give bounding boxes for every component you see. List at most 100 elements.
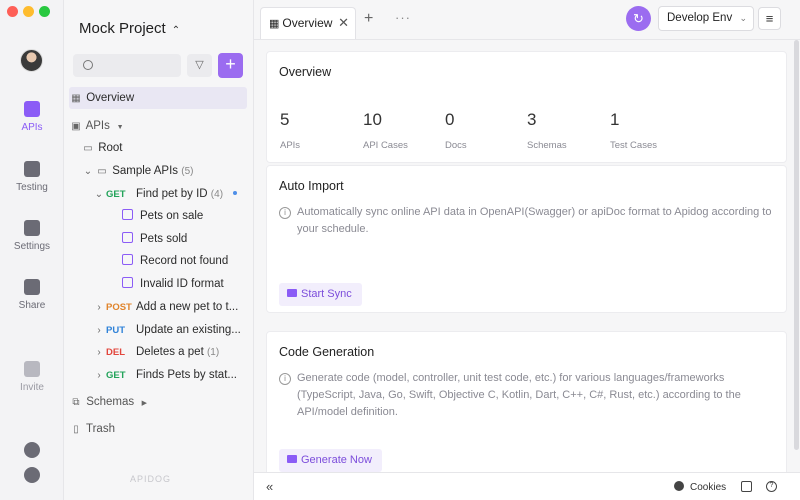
tab-overview[interactable]: ▦ Overview ✕ [260, 7, 356, 39]
plus-icon: + [225, 54, 236, 74]
filter-button[interactable]: ▽ [187, 54, 212, 77]
stat-test-cases: 1 Test Cases [610, 110, 657, 151]
case-icon [122, 232, 133, 243]
environment-select[interactable]: Develop Env ⌄ [658, 6, 754, 31]
search-input[interactable] [73, 54, 181, 77]
more-tabs-button[interactable]: ··· [395, 10, 411, 25]
chevron-right-icon: › [97, 347, 101, 358]
chevron-updown-icon: ⌃ [171, 25, 181, 36]
rail-item-invite[interactable]: Invite [0, 361, 64, 393]
tree-item-label: Schemas [86, 396, 135, 408]
new-tab-button[interactable]: + [364, 10, 373, 28]
tree-endpoint[interactable]: › GET Finds Pets by stat... [92, 364, 247, 386]
method-badge: PUT [106, 325, 125, 336]
help-icon[interactable]: ? [766, 481, 777, 492]
tree-item-label: Root [98, 142, 123, 154]
tree-endpoint[interactable]: › POST Add a new pet to t... [92, 296, 247, 318]
add-button[interactable]: + [218, 53, 243, 78]
info-icon: i [279, 373, 291, 385]
tree-item-schemas[interactable]: ⧉ Schemas ▶ [69, 391, 247, 413]
card-title: Overview [279, 65, 332, 79]
notifications-icon[interactable] [24, 442, 40, 458]
avatar[interactable] [20, 49, 43, 72]
search-icon [83, 60, 93, 70]
stat-value: 10 [363, 110, 382, 129]
tree-item-trash[interactable]: ▯ Trash [69, 418, 247, 440]
project-name: Mock Project [79, 20, 166, 37]
case-name: Invalid ID format [140, 278, 224, 290]
apis-icon [24, 101, 40, 117]
more-icon: ··· [395, 10, 411, 25]
info-icon: i [279, 207, 291, 219]
tree-case[interactable]: Invalid ID format [122, 273, 247, 295]
tree-case[interactable]: Record not found [122, 250, 247, 272]
collapse-sidebar-icon[interactable]: « [266, 479, 273, 494]
menu-button[interactable]: ≡ [758, 7, 781, 30]
endpoint-count: (4) [210, 189, 224, 200]
tree-endpoint[interactable]: › PUT Update an existing... [92, 319, 247, 341]
case-name: Pets sold [140, 233, 188, 245]
stat-label: API Cases [363, 140, 408, 151]
stat-api-cases: 10 API Cases [363, 110, 408, 151]
stat-label: Docs [445, 140, 467, 151]
stat-label: APIs [280, 140, 301, 151]
sync-button[interactable]: ↻ [626, 6, 651, 31]
schemas-icon: ⧉ [72, 397, 80, 408]
tree-case[interactable]: Pets sold [122, 228, 247, 250]
chevron-right-icon: › [97, 325, 101, 336]
stat-value: 3 [527, 110, 537, 129]
tree-folder-sample-apis[interactable]: ⌄ ▭ Sample APIs (5) [81, 160, 259, 182]
share-icon [24, 279, 40, 295]
case-icon [122, 209, 133, 220]
description-text: Automatically sync online API data in Op… [297, 206, 772, 235]
trash-icon: ▯ [73, 424, 79, 435]
stat-label: Schemas [527, 140, 567, 151]
tree-item-root[interactable]: ▭ Root [81, 137, 259, 159]
rail-item-label: APIs [21, 122, 43, 133]
tree-item-label: Overview [86, 92, 135, 104]
gear-icon[interactable] [24, 467, 40, 483]
rail-item-settings[interactable]: Settings [0, 220, 64, 252]
close-window-button[interactable] [7, 6, 18, 17]
tree-case[interactable]: Pets on sale [122, 205, 247, 227]
cookies-button[interactable]: Cookies [674, 481, 726, 493]
rail-item-apis[interactable]: APIs [0, 101, 64, 133]
maximize-window-button[interactable] [39, 6, 50, 17]
tree-item-label: APIs [85, 120, 110, 132]
tree-item-label: Trash [86, 423, 115, 435]
rail-item-share[interactable]: Share [0, 279, 64, 311]
minimize-window-button[interactable] [23, 6, 34, 17]
filter-icon: ▽ [195, 59, 204, 71]
tree-endpoint[interactable]: › DEL Deletes a pet (1) [92, 341, 247, 363]
hamburger-icon: ≡ [765, 11, 774, 26]
card-title: Auto Import [279, 179, 344, 193]
chevron-down-icon: ⌄ [94, 189, 104, 200]
endpoint-name: Find pet by ID [136, 188, 208, 200]
invite-icon [24, 361, 40, 377]
button-label: Start Sync [301, 288, 352, 300]
caret-right-icon: ▶ [141, 400, 148, 407]
folder-icon: ▭ [83, 143, 93, 154]
plus-icon: + [364, 10, 374, 27]
shirt-icon[interactable] [741, 481, 752, 492]
grid-icon: ▦ [269, 18, 280, 30]
cookies-label: Cookies [690, 482, 727, 493]
tree-item-overview[interactable]: ▦ Overview [69, 87, 247, 109]
generate-now-button[interactable]: Generate Now [279, 449, 382, 472]
method-badge: POST [106, 302, 132, 313]
settings-icon [24, 220, 40, 236]
cookie-icon [674, 481, 684, 491]
scrollbar[interactable] [794, 40, 799, 450]
endpoint-name: Add a new pet to t... [136, 301, 239, 313]
brand-text: APIDOG [130, 474, 172, 484]
api-doc-icon: ▣ [71, 121, 81, 132]
project-selector[interactable]: Mock Project ⌃ [79, 20, 180, 37]
close-icon[interactable]: ✕ [338, 8, 349, 38]
status-dot [233, 191, 238, 195]
tree-endpoint[interactable]: ⌄ GET Find pet by ID (4) [92, 183, 270, 205]
stat-value: 1 [610, 110, 620, 129]
rail-item-testing[interactable]: Testing [0, 161, 64, 193]
start-sync-button[interactable]: Start Sync [279, 283, 362, 306]
card-title: Code Generation [279, 345, 375, 359]
tree-item-apis[interactable]: ▣ APIs ▼ [69, 115, 247, 137]
